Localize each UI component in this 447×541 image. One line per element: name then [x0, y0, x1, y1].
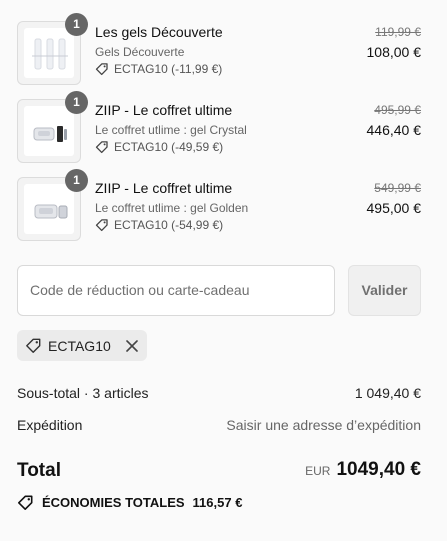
currency-code: EUR	[305, 464, 331, 478]
item-discount: ECTAG10 (-49,59 €)	[95, 140, 223, 154]
item-title: Les gels Découverte	[95, 24, 223, 40]
applied-discount-chip: ECTAG10	[17, 330, 147, 361]
total-value: 1049,40 €	[336, 459, 421, 480]
savings-label: ÉCONOMIES TOTALES	[42, 495, 185, 510]
apply-code-button[interactable]: Valider	[348, 265, 421, 316]
cart-item: 1 Les gels Découverte Gels Découverte EC…	[17, 13, 422, 85]
item-variant: Le coffret utlime : gel Golden	[95, 201, 249, 215]
subtotal-row: Sous-total · 3 articles 1 049,40 €	[17, 385, 421, 401]
item-original-price: 119,99 €	[375, 25, 421, 39]
subtotal-value: 1 049,40 €	[354, 385, 421, 401]
quantity-badge: 1	[65, 169, 88, 192]
item-title: ZIIP - Le coffret ultime	[95, 180, 233, 196]
item-price: 108,00 €	[366, 44, 422, 60]
gel-bottles-image	[32, 38, 68, 70]
cart-item: 1 ZIIP - Le coffret ultime Le coffret ut…	[17, 169, 422, 241]
shipping-value: Saisir une adresse d’expédition	[226, 417, 421, 433]
item-discount-label: ECTAG10 (-54,99 €)	[114, 218, 224, 232]
item-discount: ECTAG10 (-54,99 €)	[95, 218, 223, 232]
item-price: 495,00 €	[366, 200, 422, 216]
item-original-price: 495,99 €	[374, 103, 421, 117]
tag-icon	[95, 219, 108, 232]
discount-code-input[interactable]: Code de réduction ou carte-cadeau	[17, 265, 335, 316]
tag-icon	[26, 338, 41, 353]
total-savings: ÉCONOMIES TOTALES 116,57 €	[17, 494, 242, 511]
device-kit-image	[33, 126, 67, 142]
item-variant: Gels Découverte	[95, 45, 185, 59]
item-discount-label: ECTAG10 (-11,99 €)	[114, 62, 223, 76]
remove-discount-icon[interactable]	[125, 339, 139, 353]
total-label: Total	[17, 460, 61, 481]
total-amount: EUR 1049,40 €	[305, 459, 421, 481]
applied-discount-label: ECTAG10	[48, 337, 111, 354]
item-original-price: 549,99 €	[374, 181, 421, 195]
tag-icon	[95, 141, 108, 154]
quantity-badge: 1	[65, 13, 88, 36]
savings-value: 116,57 €	[192, 495, 243, 510]
shipping-row: Expédition Saisir une adresse d’expéditi…	[17, 417, 421, 433]
shipping-label: Expédition	[17, 417, 83, 433]
quantity-badge: 1	[65, 91, 88, 114]
cart-item: 1 ZIIP - Le coffret ultime Le coffret ut…	[17, 91, 422, 163]
subtotal-label: Sous-total · 3 articles	[17, 385, 149, 401]
tag-icon	[18, 495, 33, 510]
item-title: ZIIP - Le coffret ultime	[95, 102, 233, 118]
item-discount-label: ECTAG10 (-49,59 €)	[114, 140, 224, 154]
tag-icon	[95, 63, 108, 76]
device-kit-image	[34, 204, 68, 219]
item-variant: Le coffret utlime : gel Crystal	[95, 123, 247, 137]
item-discount: ECTAG10 (-11,99 €)	[95, 62, 222, 76]
item-price: 446,40 €	[366, 122, 422, 138]
